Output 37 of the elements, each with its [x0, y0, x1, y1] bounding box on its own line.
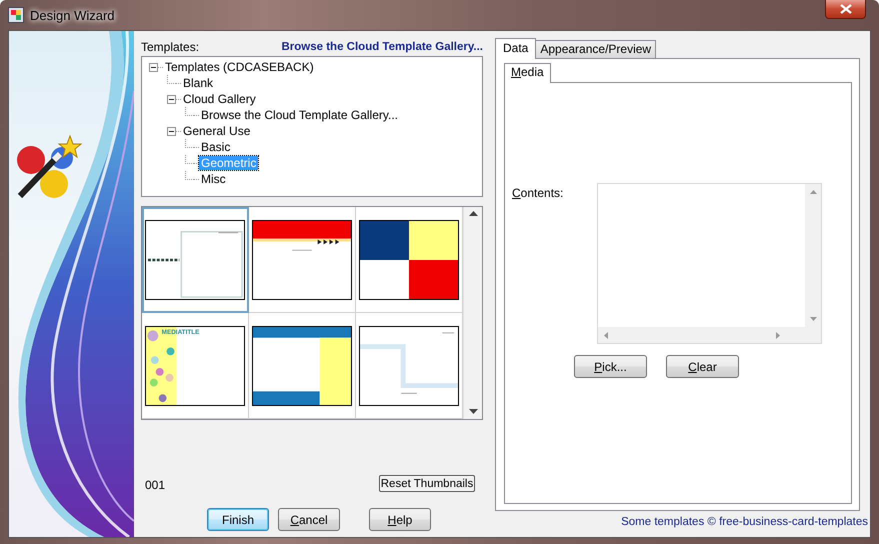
tree-item[interactable]: Templates (CDCASEBACK)	[163, 60, 316, 74]
dialog-button[interactable]: Cancel	[278, 508, 340, 531]
dialog-button[interactable]: Pick...	[574, 355, 647, 378]
template-thumbnail[interactable]	[356, 313, 463, 419]
app-icon	[8, 7, 24, 23]
tab[interactable]: Appearance/Preview	[535, 40, 656, 58]
contents-field[interactable]	[597, 183, 822, 344]
scrollbar[interactable]	[463, 207, 482, 419]
tree-item[interactable]: Cloud Gallery	[181, 92, 258, 106]
window-title: Design Wizard	[30, 8, 115, 22]
expander-icon[interactable]	[167, 94, 176, 104]
dialog-button[interactable]: Clear	[666, 355, 739, 378]
tree-item[interactable]: Browse the Cloud Template Gallery...	[199, 108, 400, 122]
up-arrow-icon[interactable]	[468, 211, 478, 217]
down-arrow-icon[interactable]	[468, 409, 478, 415]
templates-label: Templates:	[141, 40, 200, 54]
reset-thumbnails-button[interactable]: Reset Thumbnails	[379, 475, 475, 492]
tree-item[interactable]: General Use	[181, 124, 252, 138]
gallery-link[interactable]: Browse the Cloud Template Gallery...	[281, 40, 483, 52]
tree-item[interactable]: Basic	[199, 140, 232, 154]
credit-text: Some templates © free-business-card-templates	[620, 515, 868, 528]
expander-icon[interactable]	[149, 62, 158, 72]
template-thumbnail[interactable]	[249, 313, 356, 419]
template-thumbnail[interactable]	[356, 207, 463, 313]
template-number: 001	[145, 478, 166, 492]
close-icon	[840, 4, 852, 14]
tab[interactable]: Data	[495, 38, 536, 59]
expander-icon[interactable]	[167, 126, 176, 136]
tree-item[interactable]: Misc	[199, 172, 228, 186]
close-button[interactable]	[825, 0, 866, 19]
tab[interactable]: Media	[504, 63, 551, 83]
tree-item[interactable]: Blank	[181, 76, 216, 90]
template-thumbnail[interactable]	[142, 207, 249, 313]
dialog-button[interactable]: Finish	[207, 508, 269, 531]
template-thumbnail[interactable]	[249, 207, 356, 313]
dialog-button[interactable]: Help	[369, 508, 431, 531]
contents-label: Contents:	[512, 185, 564, 202]
